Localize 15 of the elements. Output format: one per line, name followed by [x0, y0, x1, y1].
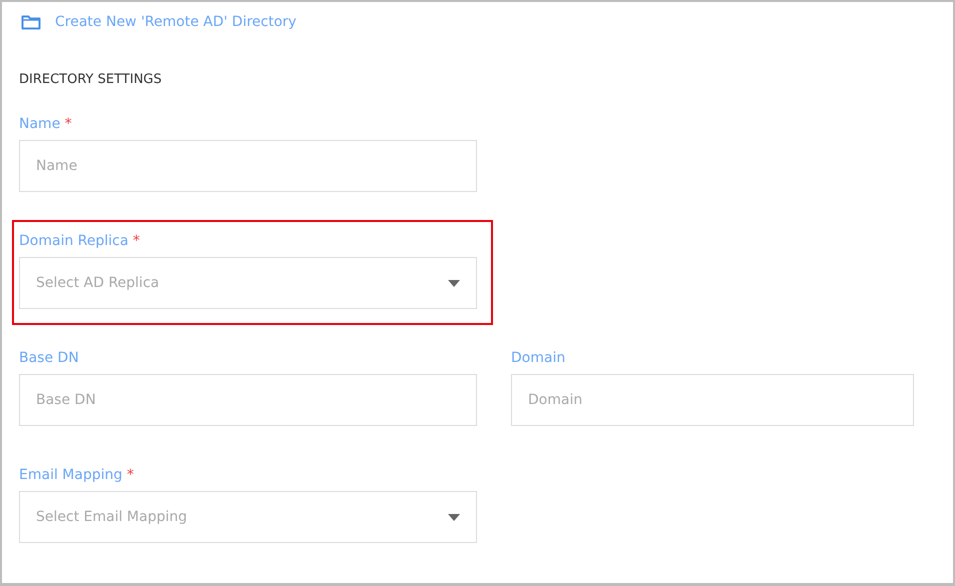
input-field[interactable]: Name	[19, 140, 477, 192]
field-label: Domain	[511, 350, 566, 366]
field-label: Domain Replica *	[19, 233, 140, 249]
page-title: Create New 'Remote AD' Directory	[55, 14, 296, 30]
caret-icon	[448, 280, 460, 286]
input-field[interactable]: Domain	[511, 374, 914, 426]
select-dropdown[interactable]: Select AD Replica	[19, 257, 477, 309]
select-dropdown[interactable]: Select Email Mapping	[19, 491, 477, 543]
input-field[interactable]: Base DN	[19, 374, 477, 426]
field-label: Email Mapping *	[19, 467, 134, 483]
caret-icon	[448, 514, 460, 520]
section-heading: DIRECTORY SETTINGS	[19, 72, 163, 88]
field-label: Name *	[19, 116, 72, 132]
field-label: Base DN	[19, 350, 79, 366]
folder-icon	[21, 14, 41, 30]
